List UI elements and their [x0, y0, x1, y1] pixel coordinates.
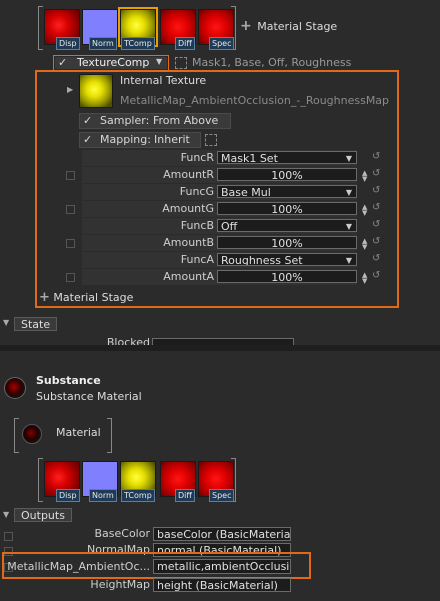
internal-texture-label: Internal Texture [120, 74, 207, 87]
sampler-label: Sampler: [100, 114, 150, 127]
substance-icon [4, 377, 26, 399]
thumb-label: Spec [209, 489, 235, 502]
thumb-label: Spec [209, 37, 235, 50]
reset-icon[interactable]: ↺ [372, 253, 380, 264]
add-material-stage-button[interactable]: + Material Stage [39, 290, 133, 305]
reset-icon[interactable]: ↺ [372, 202, 380, 213]
stage-strip-bracket [38, 6, 43, 50]
checkbox[interactable] [66, 205, 75, 214]
substance-title: Substance [36, 374, 101, 387]
thumb-label: Diff [175, 37, 195, 50]
param-label: AmountB [163, 236, 214, 249]
stage-strip-bracket [38, 458, 43, 502]
thumb-label: Diff [175, 489, 195, 502]
thumb-label: Norm [89, 489, 117, 502]
material-icon[interactable] [22, 424, 42, 444]
param-label: AmountA [163, 270, 214, 283]
outputs-collapse-icon[interactable]: ▼ [3, 510, 9, 519]
param-label: AmountR [163, 168, 214, 181]
mapping-value: Inherit [154, 133, 190, 146]
reset-icon[interactable]: ↺ [372, 168, 380, 179]
spinner-icon[interactable]: ▲ ▼ [362, 170, 367, 183]
texture-filename: MetallicMap_AmbientOcclusion_-_Roughness… [120, 94, 390, 107]
funcr-dropdown[interactable]: Mask1 Set [217, 151, 357, 164]
thumb-label: TComp [121, 37, 155, 50]
chevron-down-icon: ▼ [156, 57, 163, 66]
checkbox[interactable] [66, 239, 75, 248]
material-bracket [14, 418, 19, 453]
spinner-icon[interactable]: ▲ ▼ [362, 238, 367, 251]
amountb-field[interactable]: 100% [217, 236, 357, 249]
texturecomp-links: Mask1, Base, Off, Roughness [192, 56, 352, 69]
material-label: Material [56, 426, 101, 439]
material-bracket-right [107, 418, 112, 453]
plus-icon: + [39, 290, 50, 305]
add-stage-button[interactable]: + Material Stage [240, 18, 337, 34]
mapping-label: Mapping: [100, 133, 151, 146]
basecolor-output-field[interactable]: baseColor (BasicMaterial) [153, 527, 291, 541]
output-label: MetallicMap_AmbientOc... [7, 560, 150, 573]
mapping-row[interactable]: ✓ Mapping: Inherit [79, 132, 201, 148]
checkbox[interactable] [66, 171, 75, 180]
amounta-field[interactable]: 100% [217, 270, 357, 283]
texturecomp-header[interactable]: ✓ TextureComp ▼ [55, 56, 167, 69]
spinner-icon[interactable]: ▲ ▼ [362, 272, 367, 285]
heightmap-output-field[interactable]: height (BasicMaterial) [153, 578, 291, 592]
param-label: FuncG [179, 185, 214, 198]
checkbox[interactable] [4, 532, 13, 541]
check-icon: ✓ [83, 114, 93, 127]
material-stage-label: Material Stage [53, 291, 134, 304]
state-header[interactable]: State [14, 317, 58, 331]
sampler-value: From Above [153, 114, 219, 127]
mapping-link-icon [205, 134, 217, 146]
substance-subtitle: Substance Material [36, 390, 142, 403]
funcg-dropdown[interactable]: Base Mul [217, 185, 357, 198]
reset-icon[interactable]: ↺ [372, 185, 380, 196]
check-icon: ✓ [83, 133, 93, 146]
metallic-output-field[interactable]: metallic,ambientOcclusio... [153, 559, 291, 574]
thumb-label: Disp [56, 37, 80, 50]
reset-icon[interactable]: ↺ [372, 151, 380, 162]
thumb-label: Disp [56, 489, 80, 502]
spinner-icon[interactable]: ▲ ▼ [362, 204, 367, 217]
param-label: AmountG [162, 202, 214, 215]
reset-icon[interactable]: ↺ [372, 236, 380, 247]
thumb-label: TComp [121, 489, 155, 502]
outputs-header[interactable]: Outputs [14, 508, 72, 522]
checkbox[interactable] [66, 273, 75, 282]
add-stage-label: Material Stage [257, 20, 338, 33]
sampler-row[interactable]: ✓ Sampler: From Above [79, 113, 231, 129]
amountg-field[interactable]: 100% [217, 202, 357, 215]
output-label: BaseColor [94, 527, 150, 540]
texturecomp-label: TextureComp [77, 56, 150, 69]
funcb-dropdown[interactable]: Off [217, 219, 357, 232]
internal-texture-thumb[interactable] [79, 74, 113, 108]
funca-dropdown[interactable]: Roughness Set [217, 253, 357, 266]
output-label: HeightMap [90, 578, 150, 591]
thumb-label: Norm [89, 37, 117, 50]
param-label: FuncA [180, 253, 214, 266]
expand-arrow-icon[interactable]: ▶ [67, 85, 73, 94]
reset-icon[interactable]: ↺ [372, 219, 380, 230]
state-collapse-icon[interactable]: ▼ [3, 318, 9, 327]
plus-icon: + [240, 18, 252, 34]
amountr-field[interactable]: 100% [217, 168, 357, 181]
texturecomp-link-icon [175, 57, 187, 69]
check-icon: ✓ [58, 56, 68, 69]
param-label: FuncB [180, 219, 214, 232]
param-label: FuncR [180, 151, 214, 164]
reset-icon[interactable]: ↺ [372, 270, 380, 281]
divider [0, 345, 440, 351]
